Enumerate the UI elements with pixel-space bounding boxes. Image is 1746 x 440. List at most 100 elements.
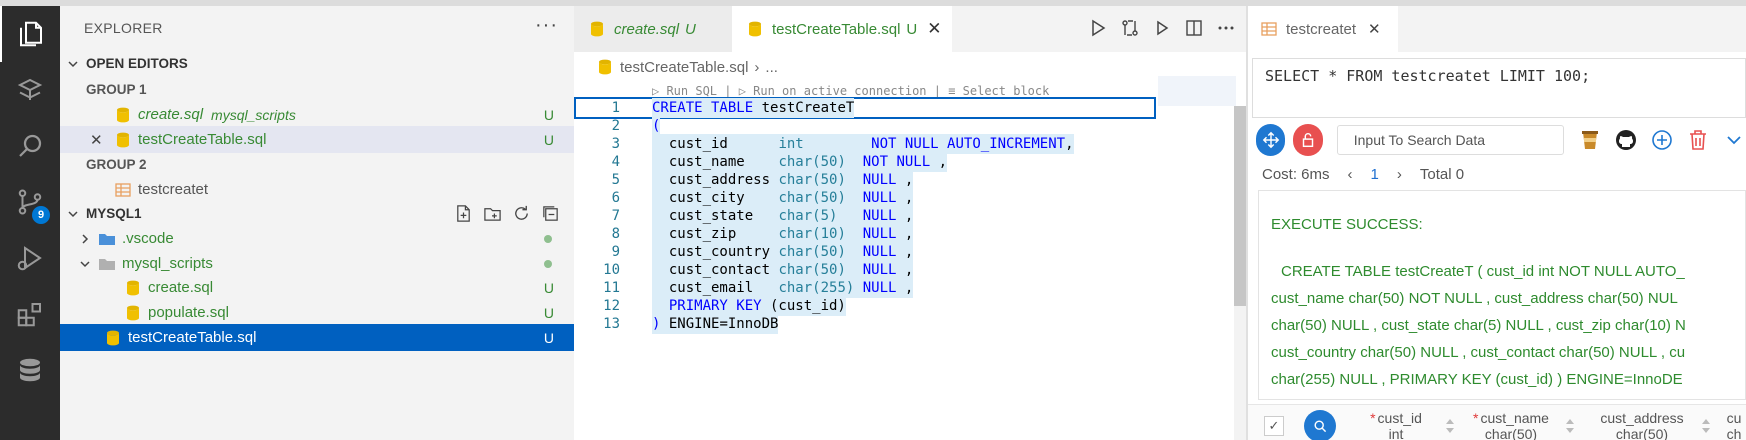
code-text: cust_state char(5) NULL , [652,206,914,226]
delete-icon[interactable] [1686,128,1710,152]
explorer-icon[interactable] [0,6,60,62]
pagination-bar: Cost: 6ms ‹ 1 › Total 0 [1262,166,1464,183]
editor-scrollbar-thumb[interactable] [1234,106,1246,306]
file-populate-sql[interactable]: populate.sql U [60,299,574,326]
execute-result: EXECUTE SUCCESS: CREATE TABLE testCreate… [1258,190,1746,400]
table-icon [1260,20,1278,38]
search-icon[interactable] [1304,409,1336,440]
tab-create-sql[interactable]: create.sql U [574,6,732,52]
line-number: 7 [611,208,620,224]
move-icon[interactable] [1256,124,1286,156]
codelens-actions[interactable]: ▷ Run SQL | ▷ Run on active connection |… [652,84,1049,98]
vscode-folder-icon [98,230,116,248]
code-text: cust_zip char(10) NULL , [652,224,914,244]
sql-file-icon [104,329,122,347]
current-page[interactable]: 1 [1371,166,1379,183]
sql-file-icon [588,20,606,38]
sql-editor: create.sql U testCreateTable.sql U ✕ tes… [574,6,1246,440]
column-header-cust-name[interactable]: * cust_name char(50) [1466,410,1556,440]
code-text: PRIMARY KEY (cust_id) [652,296,846,316]
mysql1-folder-header[interactable]: MYSQL1 [60,200,574,227]
group-1-label: GROUP 1 [86,82,147,97]
tab-close-icon[interactable]: ✕ [927,19,941,39]
column-header-cust-address[interactable]: cust_address char(50) [1592,410,1692,440]
group-2-label: GROUP 2 [86,157,147,172]
run-file-icon[interactable] [1152,18,1172,38]
more-actions-icon[interactable]: ··· [535,14,558,37]
explorer-sidebar: EXPLORER ··· OPEN EDITORS GROUP 1 create… [60,6,574,440]
sql-file-icon [596,58,614,76]
query-text[interactable]: SELECT * FROM testcreatet LIMIT 100; [1252,58,1746,118]
column-header-partial[interactable]: cu ch [1724,410,1744,440]
result-line: char(255) NULL , PRIMARY KEY (cust_id) )… [1271,371,1683,388]
split-editor-icon[interactable] [1184,18,1204,38]
prev-page-icon[interactable]: ‹ [1348,166,1353,183]
breadcrumb-separator-icon: › [754,58,760,76]
line-number: 10 [603,262,620,278]
sort-icon[interactable] [1444,417,1456,435]
search-data-input[interactable]: Input To Search Data [1336,125,1565,155]
file-testcreatetable-sql[interactable]: testCreateTable.sql U [60,324,574,351]
unlock-icon[interactable] [1293,124,1323,156]
line-number: 1 [611,100,620,116]
editor-toolbar [1088,18,1236,38]
database-explorer-icon[interactable] [0,62,60,118]
sql-file-icon [114,106,132,124]
github-icon[interactable] [1614,128,1638,152]
result-line: CREATE TABLE testCreateT ( cust_id int N… [1281,263,1685,280]
close-icon[interactable]: ✕ [90,131,103,149]
result-table-header: ✓ * cust_id int * cust_name char(50) cust_… [1248,404,1746,440]
source-control-icon[interactable]: 9 [0,174,60,230]
breadcrumb[interactable]: testCreateTable.sql › ... [596,58,778,76]
line-number: 4 [611,154,620,170]
code-text: cust_city char(50) NULL , [652,188,914,208]
sort-icon[interactable] [1700,417,1712,435]
result-line: char(50) NULL , cust_state char(5) NULL … [1271,317,1686,334]
open-editor-testcreatet[interactable]: testcreatet [60,176,574,203]
column-header-cust-id[interactable]: * cust_id int [1356,410,1436,440]
sql-file-icon [124,304,142,322]
code-text: cust_name char(50) NOT NULL , [652,152,948,172]
add-row-icon[interactable] [1650,128,1674,152]
result-toolbar: Input To Search Data [1248,120,1746,160]
folder-mysql-scripts[interactable]: mysql_scripts [60,250,574,277]
run-query-icon[interactable] [1088,18,1108,38]
minimap[interactable] [1158,76,1236,106]
extensions-icon[interactable] [0,286,60,342]
code-text: cust_address char(50) NULL , [652,170,914,190]
open-editor-testcreatetable-sql[interactable]: ✕ testCreateTable.sql U [60,126,574,153]
open-editors-header[interactable]: OPEN EDITORS [60,50,574,77]
new-file-icon[interactable] [454,204,473,223]
sql-file-icon [114,131,132,149]
untracked-badge: U [543,106,554,123]
database-icon[interactable] [0,342,60,398]
compare-changes-icon[interactable] [1120,18,1140,38]
search-icon[interactable] [0,118,60,174]
more-actions-icon[interactable] [1216,18,1236,38]
sort-icon[interactable] [1564,417,1576,435]
file-create-sql[interactable]: create.sql U [60,274,574,301]
code-line: 12 PRIMARY KEY (cust_id) [574,296,1164,316]
tab-testcreatet[interactable]: testcreatet ✕ [1248,6,1398,52]
next-page-icon[interactable]: › [1397,166,1402,183]
panel-tab-bar: testcreatet ✕ [1248,6,1746,52]
table-icon [114,181,132,199]
folder-vscode[interactable]: .vscode [60,225,574,252]
chevron-down-icon[interactable] [1722,128,1746,152]
open-editor-create-sql[interactable]: create.sql mysql_scripts U [60,101,574,128]
run-debug-icon[interactable] [0,230,60,286]
coffee-icon[interactable] [1578,128,1602,152]
tab-testcreatetable-sql[interactable]: testCreateTable.sql U ✕ [732,6,952,52]
editor-tab-bar: create.sql U testCreateTable.sql U ✕ [574,6,1246,52]
sql-file-icon [746,20,764,38]
collapse-all-icon[interactable] [541,204,560,223]
refresh-icon[interactable] [512,204,531,223]
code-text: cust_contact char(50) NULL , [652,260,914,280]
new-folder-icon[interactable] [483,204,502,223]
select-all-checkbox[interactable]: ✓ [1264,415,1284,436]
chevron-right-icon [78,232,92,246]
tab-close-icon[interactable]: ✕ [1368,20,1381,38]
code-line: 10 cust_contact char(50) NULL , [574,260,1164,280]
code-line: 13) ENGINE=InnoDB [574,314,1164,334]
line-number: 3 [611,136,620,152]
